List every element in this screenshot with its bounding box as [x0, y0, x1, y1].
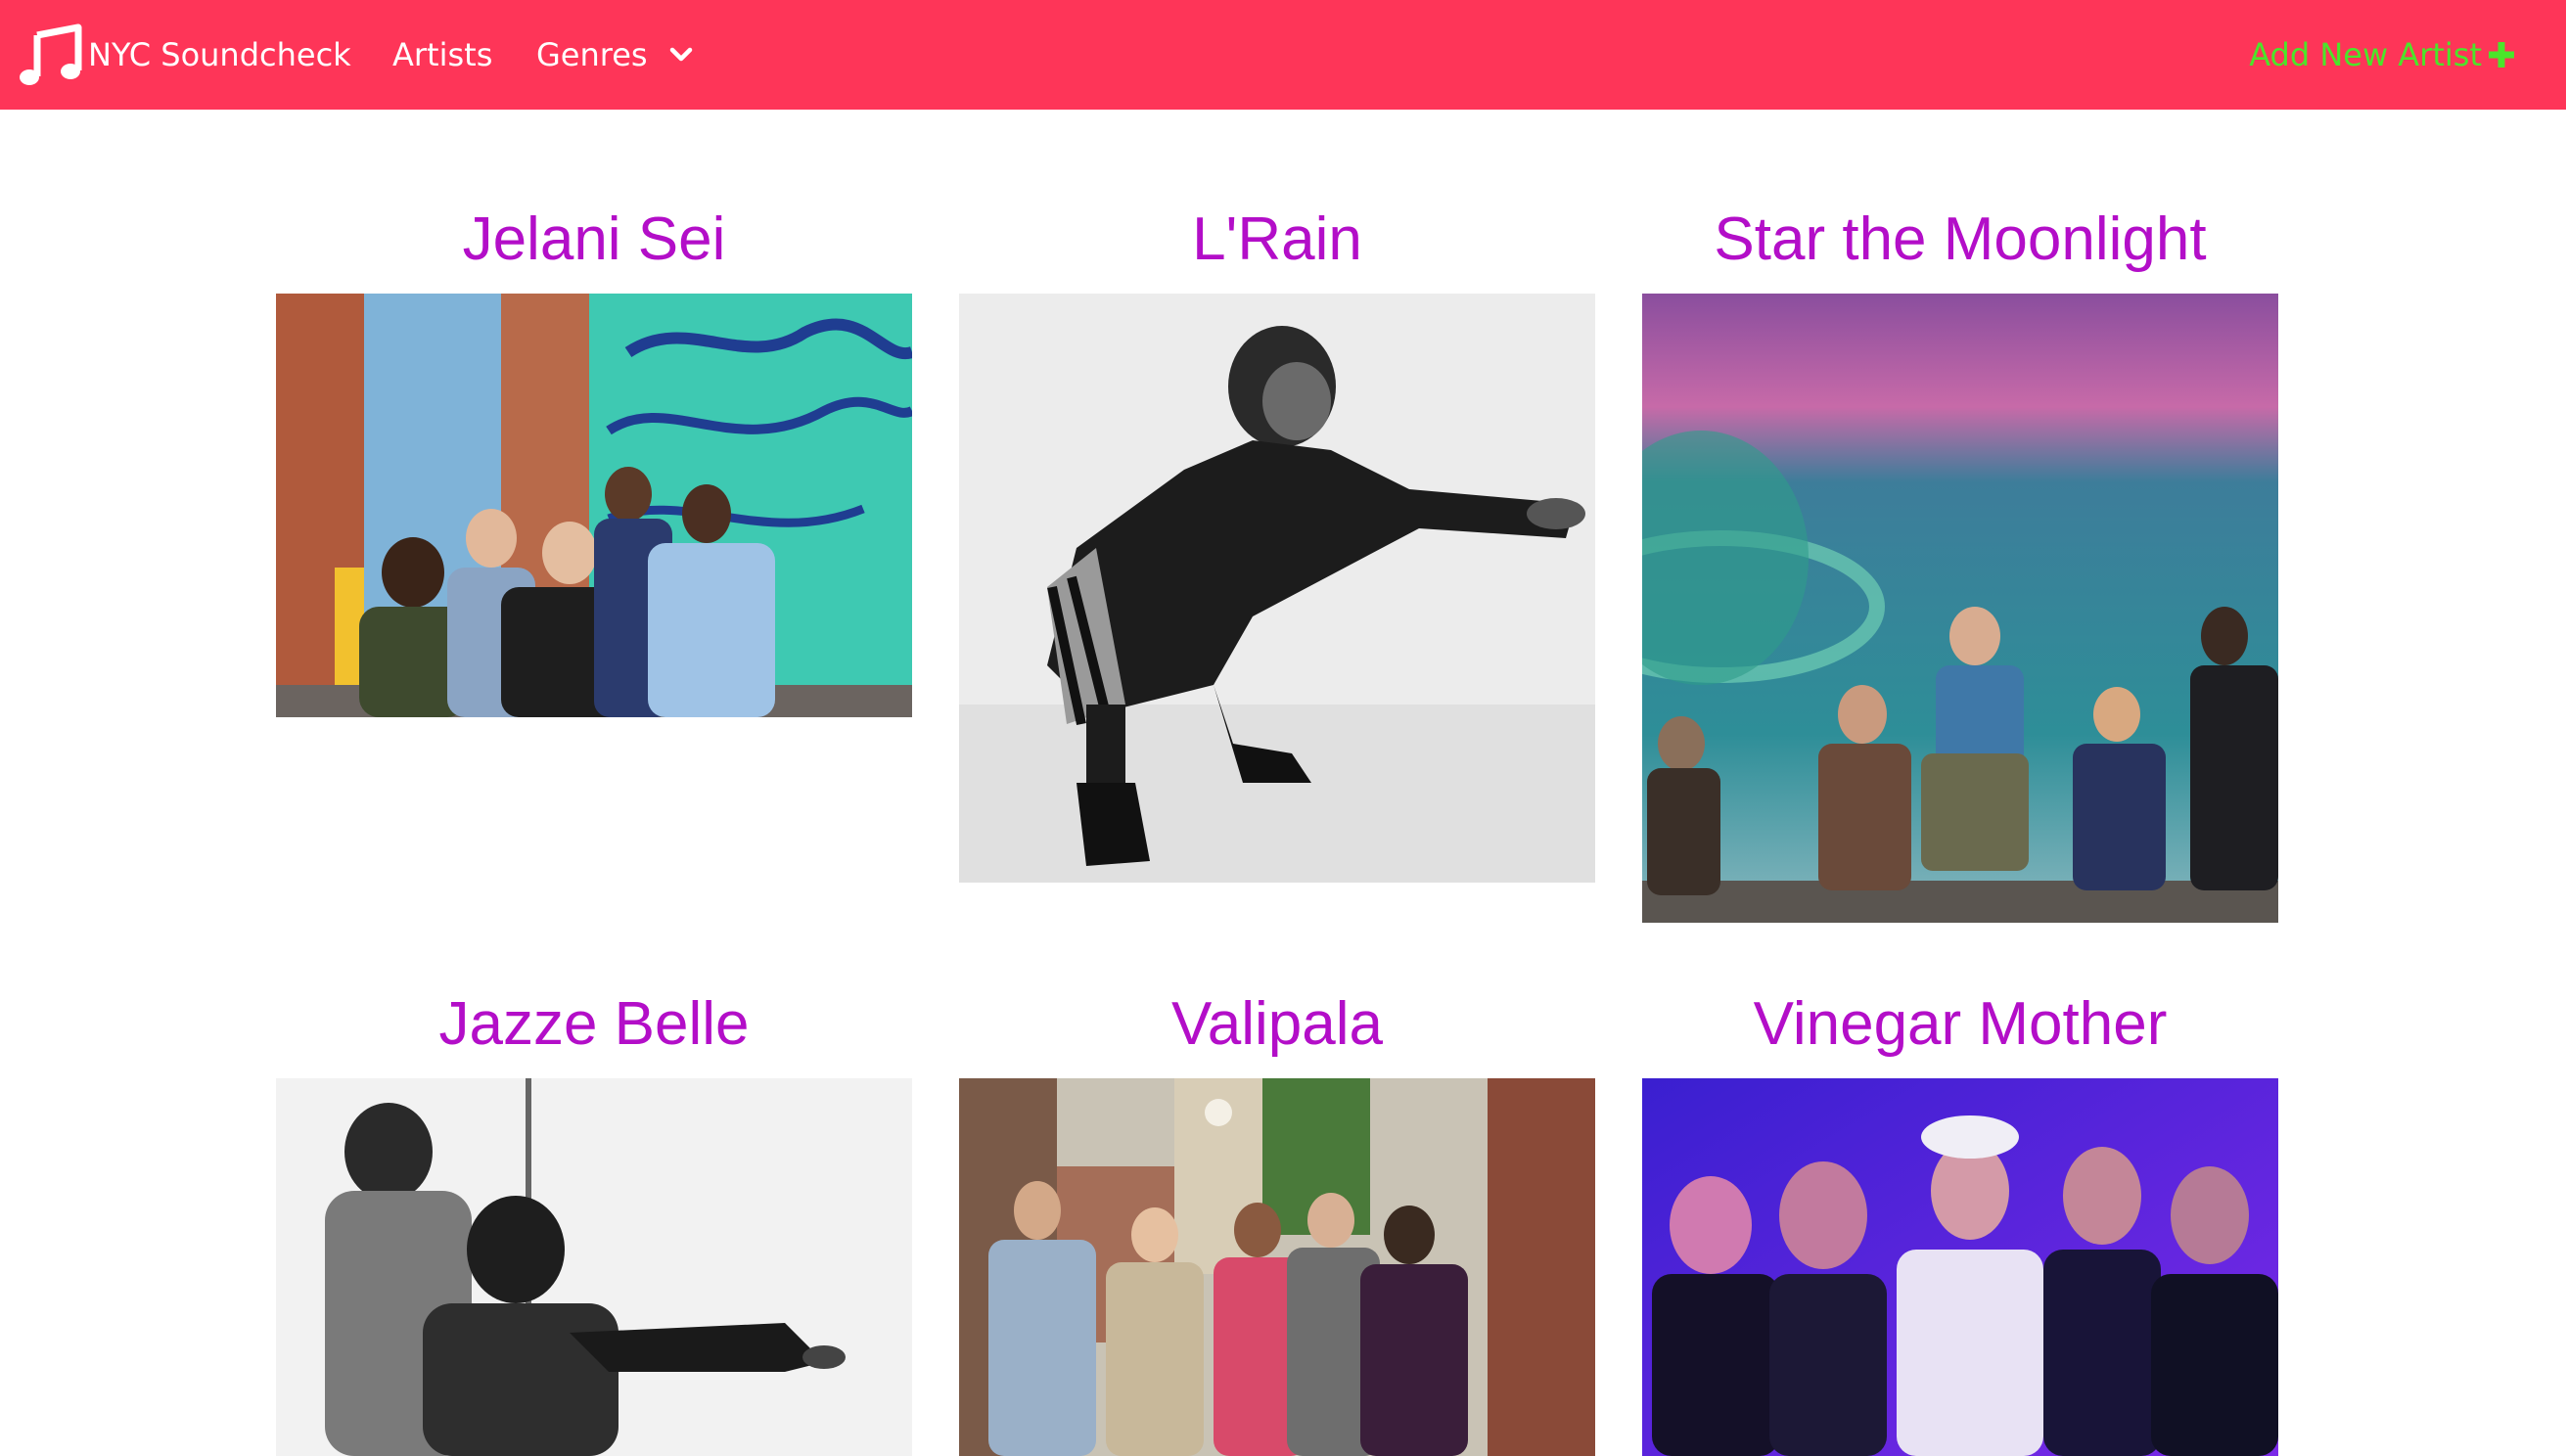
chevron-down-icon [669, 47, 692, 62]
brand-title: NYC Soundcheck [88, 36, 351, 73]
nav-artists-label: Artists [392, 36, 493, 73]
artist-name-link[interactable]: Valipala [959, 985, 1595, 1064]
nav-genres-dropdown[interactable]: Genres [536, 29, 695, 80]
artist-card: Star the Moonlight [1642, 201, 2278, 923]
artist-name-link[interactable]: Jelani Sei [276, 201, 912, 279]
nav-artists[interactable]: Artists [392, 29, 492, 80]
artist-card: L'Rain [959, 201, 1595, 883]
artist-name-link[interactable]: Jazze Belle [276, 985, 912, 1064]
artist-card: Jazze Belle [276, 985, 912, 1456]
brand-link[interactable]: NYC Soundcheck [16, 22, 351, 88]
artist-photo[interactable] [1642, 294, 2278, 923]
navbar: NYC Soundcheck Artists Genres Add New Ar… [0, 0, 2566, 110]
artist-photo[interactable] [1642, 1078, 2278, 1456]
artist-photo[interactable] [959, 294, 1595, 883]
plus-icon [2489, 42, 2514, 68]
artist-photo[interactable] [959, 1078, 1595, 1456]
artist-name-link[interactable]: Vinegar Mother [1642, 985, 2278, 1064]
add-new-artist-link[interactable]: Add New Artist [2249, 29, 2517, 80]
music-note-icon [20, 23, 82, 85]
nav-genres-label: Genres [536, 36, 648, 73]
artist-photo[interactable] [276, 1078, 912, 1456]
artist-card: Vinegar Mother [1642, 985, 2278, 1456]
artist-name-link[interactable]: Star the Moonlight [1642, 201, 2278, 279]
artist-card: Valipala [959, 985, 1595, 1456]
artist-photo[interactable] [276, 294, 912, 717]
add-new-artist-label: Add New Artist [2249, 36, 2482, 73]
artist-card: Jelani Sei [276, 201, 912, 717]
artist-name-link[interactable]: L'Rain [959, 201, 1595, 279]
